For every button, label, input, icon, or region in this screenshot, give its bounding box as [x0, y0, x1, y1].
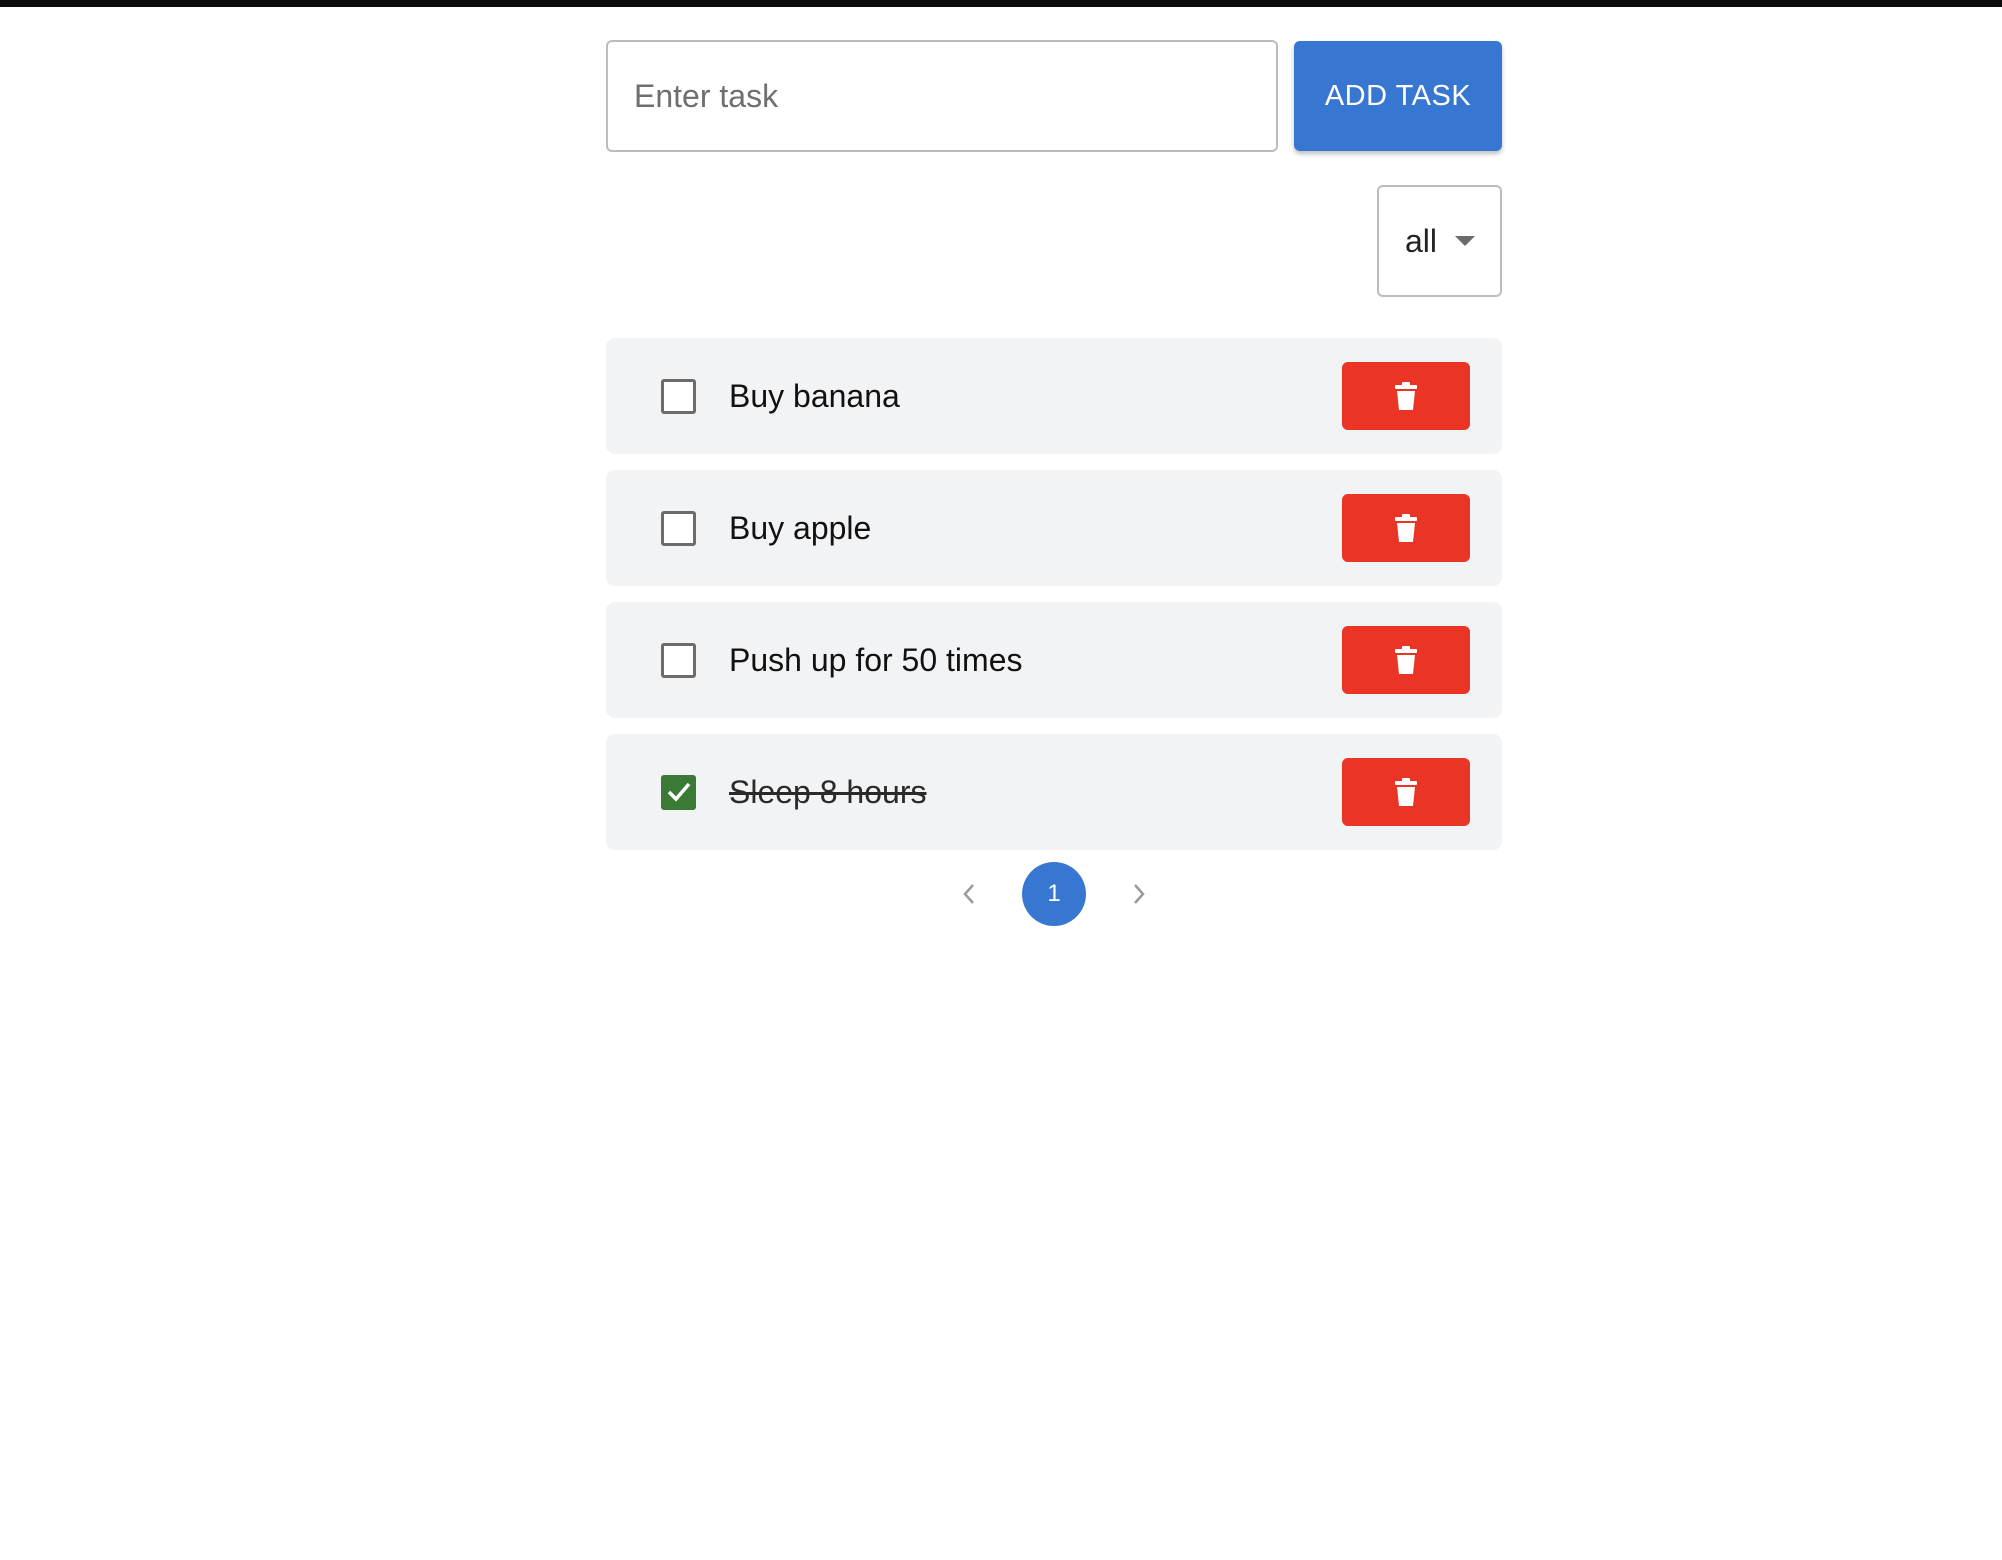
trash-icon [1395, 646, 1417, 674]
delete-task-button[interactable] [1342, 494, 1470, 562]
task-checkbox[interactable] [661, 510, 696, 546]
check-icon [667, 782, 690, 802]
task-item: Buy banana [606, 338, 1502, 454]
task-text: Buy apple [729, 509, 872, 546]
add-task-button[interactable]: ADD TASK [1294, 41, 1502, 151]
task-text: Buy banana [729, 377, 900, 414]
trash-icon [1395, 514, 1417, 542]
caret-down-icon [1455, 236, 1476, 246]
page-number-button[interactable]: 1 [1022, 862, 1086, 926]
filter-row: all [606, 185, 1502, 297]
task-checkbox[interactable] [661, 642, 696, 678]
add-task-row: ADD TASK [606, 40, 1502, 152]
filter-select[interactable]: all [1377, 185, 1502, 297]
task-item: Buy apple [606, 470, 1502, 586]
window-top-strip [0, 0, 2002, 7]
task-item: Push up for 50 times [606, 602, 1502, 718]
task-item: Sleep 8 hours [606, 734, 1502, 850]
task-list: Buy banana Buy apple Push up for 50 time… [606, 338, 1502, 850]
task-input[interactable] [606, 40, 1278, 152]
previous-page-button[interactable] [949, 874, 989, 914]
task-text: Sleep 8 hours [729, 773, 927, 810]
next-page-button[interactable] [1119, 874, 1159, 914]
task-checkbox[interactable] [661, 378, 696, 414]
chevron-right-icon [1134, 884, 1145, 904]
todo-app: ADD TASK all Buy banana [606, 40, 1502, 926]
task-checkbox[interactable] [661, 774, 696, 810]
chevron-left-icon [963, 884, 974, 904]
trash-icon [1395, 778, 1417, 806]
delete-task-button[interactable] [1342, 362, 1470, 430]
filter-selected-value: all [1405, 222, 1438, 259]
task-text: Push up for 50 times [729, 641, 1023, 678]
trash-icon [1395, 382, 1417, 410]
delete-task-button[interactable] [1342, 758, 1470, 826]
pagination: 1 [606, 862, 1502, 926]
delete-task-button[interactable] [1342, 626, 1470, 694]
